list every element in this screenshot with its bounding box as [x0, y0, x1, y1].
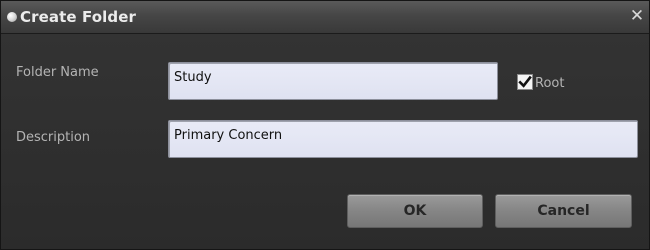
cancel-button[interactable]: Cancel	[495, 194, 632, 228]
folder-name-label: Folder Name	[16, 65, 99, 80]
dialog-title: Create Folder	[20, 8, 136, 26]
description-value: Primary Concern	[174, 128, 283, 143]
title-bar[interactable]: Create Folder ✕	[1, 1, 649, 34]
root-label[interactable]: Root	[535, 76, 564, 91]
description-label: Description	[16, 130, 91, 145]
description-input[interactable]: Primary Concern	[168, 120, 638, 158]
checkmark-icon	[518, 75, 532, 88]
folder-name-value: Study	[174, 70, 212, 85]
root-checkbox[interactable]	[517, 74, 533, 90]
create-folder-dialog: Create Folder ✕ Folder Name Study Root D…	[0, 0, 650, 250]
dot-icon	[7, 12, 17, 22]
ok-button[interactable]: OK	[347, 194, 483, 228]
folder-name-input[interactable]: Study	[168, 62, 498, 100]
dialog-body: Folder Name Study Root Description Prima…	[1, 34, 649, 249]
close-icon[interactable]: ✕	[627, 6, 647, 26]
